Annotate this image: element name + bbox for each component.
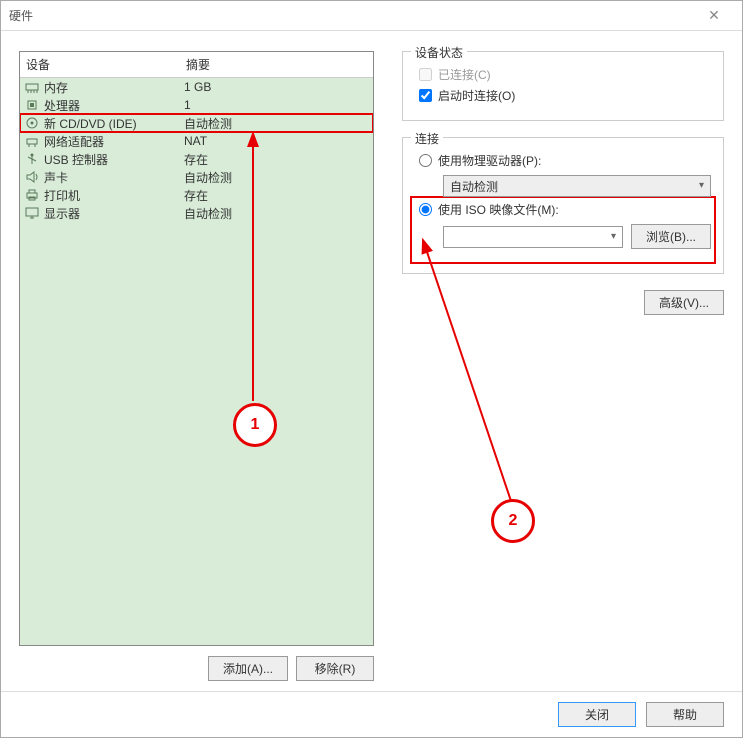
connected-checkbox: [419, 68, 432, 81]
physical-drive-dropdown-row: 自动检测 ▾: [443, 175, 711, 197]
connect-on-power-checkbox[interactable]: [419, 89, 432, 102]
dialog-footer: 关闭 帮助: [1, 691, 742, 737]
device-status-legend: 设备状态: [411, 44, 467, 61]
device-name: 声卡: [44, 169, 184, 186]
device-name: 网络适配器: [44, 133, 184, 150]
iso-path-dropdown[interactable]: ▾: [443, 226, 623, 248]
memory-icon: [24, 80, 40, 94]
advanced-button[interactable]: 高级(V)...: [644, 290, 724, 315]
table-row[interactable]: 网络适配器NAT: [20, 132, 373, 150]
device-name: 新 CD/DVD (IDE): [44, 115, 184, 132]
device-name: 内存: [44, 79, 184, 96]
device-summary: NAT: [184, 134, 369, 148]
device-name: 显示器: [44, 205, 184, 222]
connection-group: 连接 使用物理驱动器(P): 自动检测 ▾ 使用 ISO 映像文件(M):: [402, 137, 724, 274]
cpu-icon: [24, 98, 40, 112]
device-name: 处理器: [44, 97, 184, 114]
sound-icon: [24, 170, 40, 184]
device-summary: 存在: [184, 187, 369, 204]
col-summary[interactable]: 摘要: [180, 52, 373, 77]
device-summary: 自动检测: [184, 169, 369, 186]
use-iso-radio-row[interactable]: 使用 ISO 映像文件(M):: [419, 201, 711, 218]
use-physical-radio[interactable]: [419, 154, 432, 167]
titlebar: 硬件 ✕: [1, 1, 742, 31]
device-name: 打印机: [44, 187, 184, 204]
device-summary: 自动检测: [184, 115, 369, 132]
use-physical-radio-row[interactable]: 使用物理驱动器(P):: [419, 152, 711, 169]
remove-button[interactable]: 移除(R): [296, 656, 374, 681]
disc-icon: [24, 116, 40, 130]
printer-icon: [24, 188, 40, 202]
iso-highlight-box: 使用 ISO 映像文件(M): ▾ 浏览(B)...: [415, 201, 711, 259]
device-buttons: 添加(A)... 移除(R): [19, 656, 374, 681]
table-row[interactable]: 显示器自动检测: [20, 204, 373, 222]
physical-drive-dropdown: 自动检测 ▾: [443, 175, 711, 197]
table-row[interactable]: 处理器1: [20, 96, 373, 114]
use-iso-radio[interactable]: [419, 203, 432, 216]
hardware-dialog: 硬件 ✕ 设备 摘要 内存1 GB处理器1新 CD/DVD (IDE)自动检测网…: [0, 0, 743, 738]
device-summary: 1 GB: [184, 80, 369, 94]
physical-drive-value: 自动检测: [450, 178, 498, 195]
use-physical-label: 使用物理驱动器(P):: [438, 152, 541, 169]
advanced-row: 高级(V)...: [402, 290, 724, 315]
device-table: 设备 摘要 内存1 GB处理器1新 CD/DVD (IDE)自动检测网络适配器N…: [19, 51, 374, 646]
device-table-header: 设备 摘要: [20, 52, 373, 78]
chevron-down-icon[interactable]: ▾: [611, 231, 616, 242]
table-row[interactable]: 内存1 GB: [20, 78, 373, 96]
close-button[interactable]: 关闭: [558, 702, 636, 727]
usb-icon: [24, 152, 40, 166]
device-name: USB 控制器: [44, 151, 184, 168]
table-row[interactable]: 新 CD/DVD (IDE)自动检测: [20, 114, 373, 132]
device-status-group: 设备状态 已连接(C) 启动时连接(O): [402, 51, 724, 121]
table-row[interactable]: 声卡自动检测: [20, 168, 373, 186]
device-summary: 自动检测: [184, 205, 369, 222]
device-summary: 1: [184, 98, 369, 112]
settings-pane: 设备状态 已连接(C) 启动时连接(O) 连接 使用物理驱动器(P):: [374, 51, 724, 681]
help-button[interactable]: 帮助: [646, 702, 724, 727]
add-button[interactable]: 添加(A)...: [208, 656, 288, 681]
chevron-down-icon: ▾: [699, 180, 704, 191]
table-row[interactable]: 打印机存在: [20, 186, 373, 204]
device-table-body: 内存1 GB处理器1新 CD/DVD (IDE)自动检测网络适配器NATUSB …: [20, 78, 373, 645]
content-area: 设备 摘要 内存1 GB处理器1新 CD/DVD (IDE)自动检测网络适配器N…: [1, 31, 742, 691]
connection-legend: 连接: [411, 130, 443, 147]
display-icon: [24, 206, 40, 220]
device-summary: 存在: [184, 151, 369, 168]
table-row[interactable]: USB 控制器存在: [20, 150, 373, 168]
window-title: 硬件: [9, 7, 694, 24]
iso-path-row: ▾ 浏览(B)...: [443, 224, 711, 249]
net-icon: [24, 134, 40, 148]
col-device[interactable]: 设备: [20, 52, 180, 77]
device-list-pane: 设备 摘要 内存1 GB处理器1新 CD/DVD (IDE)自动检测网络适配器N…: [19, 51, 374, 681]
connected-checkbox-row: 已连接(C): [419, 66, 711, 83]
connect-on-power-label: 启动时连接(O): [438, 87, 515, 104]
connected-label: 已连接(C): [438, 66, 491, 83]
use-iso-label: 使用 ISO 映像文件(M):: [438, 201, 559, 218]
connect-on-power-row[interactable]: 启动时连接(O): [419, 87, 711, 104]
close-icon[interactable]: ✕: [694, 7, 734, 24]
browse-button[interactable]: 浏览(B)...: [631, 224, 711, 249]
